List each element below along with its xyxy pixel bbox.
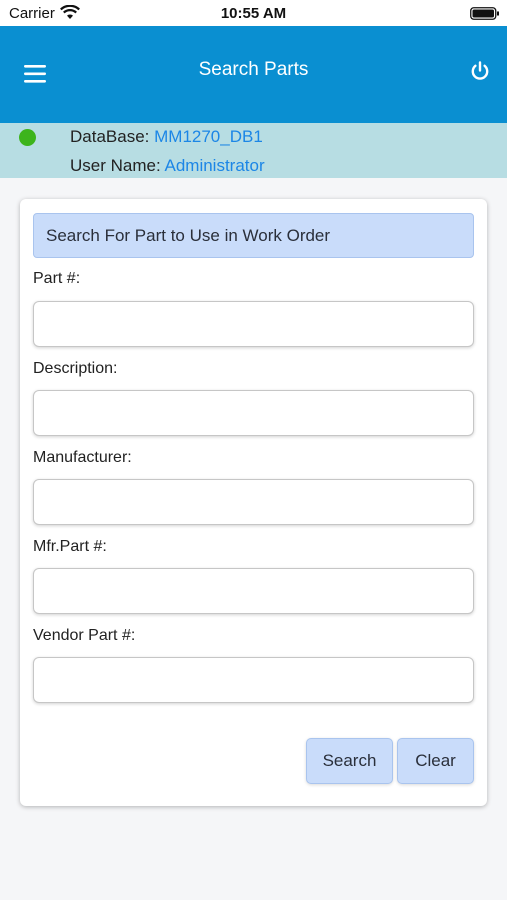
vendor-part-number-label: Vendor Part #: — [33, 627, 136, 644]
part-number-input[interactable] — [33, 301, 474, 347]
database-value: MM1270_DB1 — [154, 127, 263, 146]
manufacturer-label: Manufacturer: — [33, 449, 132, 466]
description-label: Description: — [33, 360, 118, 377]
database-info: DataBase: MM1270_DB1 — [70, 127, 263, 147]
username-label: User Name: — [70, 156, 161, 175]
clear-button[interactable]: Clear — [397, 738, 474, 784]
vendor-part-number-input[interactable] — [33, 657, 474, 703]
form-heading: Search For Part to Use in Work Order — [33, 213, 474, 258]
power-icon[interactable] — [469, 60, 491, 82]
search-form-card: Search For Part to Use in Work Order Par… — [20, 199, 487, 806]
mfr-part-number-label: Mfr.Part #: — [33, 538, 107, 555]
mfr-part-number-input[interactable] — [33, 568, 474, 614]
username-value: Administrator — [164, 156, 265, 175]
page-title: Search Parts — [198, 59, 309, 80]
connection-status-indicator — [19, 129, 36, 146]
session-info: DataBase: MM1270_DB1 User Name: Administ… — [0, 123, 507, 178]
status-bar: Carrier 10:55 AM — [0, 0, 507, 26]
manufacturer-input[interactable] — [33, 479, 474, 525]
database-label: DataBase: — [70, 127, 150, 146]
status-time: 10:55 AM — [220, 5, 287, 22]
username-info: User Name: Administrator — [70, 156, 265, 176]
app-header: Search Parts — [0, 26, 507, 123]
battery-icon — [470, 7, 499, 20]
search-button[interactable]: Search — [306, 738, 393, 784]
part-number-label: Part #: — [33, 270, 81, 287]
description-input[interactable] — [33, 390, 474, 436]
